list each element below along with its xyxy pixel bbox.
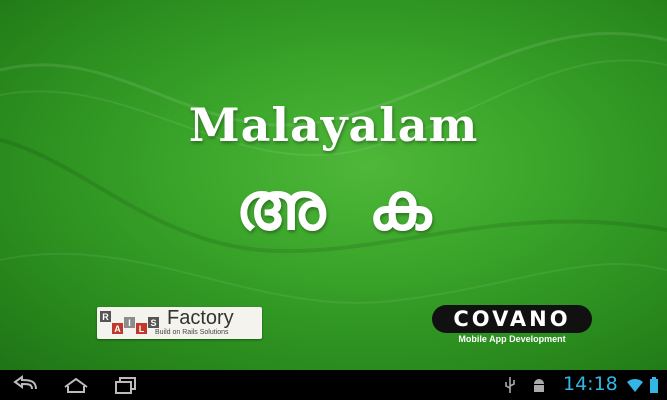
clock: 14:18 xyxy=(563,373,618,395)
letter-ka: ക xyxy=(368,168,432,245)
recent-apps-icon[interactable] xyxy=(113,375,139,395)
malayalam-letters: അ ക xyxy=(0,168,667,247)
splash-screen: Malayalam അ ക R A I L S Factory Build on… xyxy=(0,0,667,370)
rails-factory-logo: R A I L S Factory Build on Rails Solutio… xyxy=(97,307,262,339)
rails-factory-tagline: Build on Rails Solutions xyxy=(155,329,229,336)
rails-block-i: I xyxy=(128,318,131,328)
covano-logo: COVANO xyxy=(432,305,592,333)
rails-block-l: L xyxy=(139,324,145,334)
letter-a: അ xyxy=(235,168,326,245)
covano-tagline: Mobile App Development xyxy=(458,334,566,344)
back-icon[interactable] xyxy=(12,375,40,395)
rails-block-a: A xyxy=(114,324,121,334)
system-navigation-bar: 14:18 xyxy=(0,370,667,400)
home-icon[interactable] xyxy=(62,375,90,395)
wifi-icon xyxy=(627,378,643,392)
rails-block-s: S xyxy=(150,318,156,328)
rails-factory-word: Factory xyxy=(167,307,234,329)
app-title: Malayalam xyxy=(188,98,479,152)
rails-block-r: R xyxy=(102,312,109,322)
android-debug-icon xyxy=(534,379,544,392)
usb-icon xyxy=(505,377,515,393)
battery-icon xyxy=(650,377,658,393)
